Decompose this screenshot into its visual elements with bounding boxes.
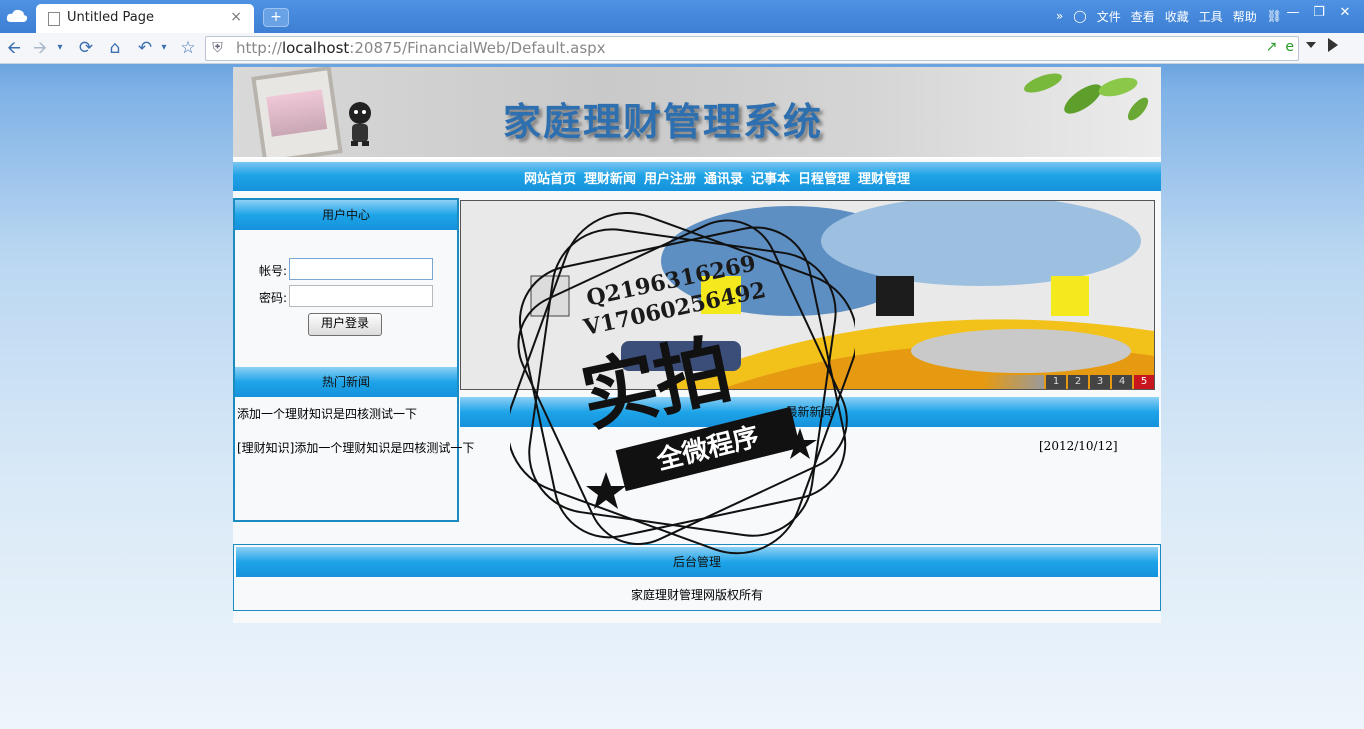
restore-icon[interactable]: ❐ [1306, 3, 1332, 23]
user-center-header: 用户中心 [235, 200, 457, 230]
user-center-panel: 用户中心 帐号: 密码: 用户登录 热门新闻 添加一个理财知识是四核测试一下 [233, 198, 459, 522]
site-title: 家庭理财管理系统 [503, 99, 824, 144]
hot-news-header: 热门新闻 [235, 367, 457, 397]
menu-favorites[interactable]: 收藏 [1165, 8, 1189, 25]
tab-close-icon[interactable]: × [230, 9, 242, 25]
nav-notebook[interactable]: 记事本 [751, 168, 790, 187]
latest-news-header: 最新新闻 [460, 397, 1159, 427]
main-navigation: 网站首页 理财新闻 用户注册 通讯录 记事本 日程管理 理财管理 [233, 162, 1161, 191]
window-controls: — ❐ ✕ [1280, 3, 1358, 23]
slide-page-3[interactable]: 3 [1090, 375, 1110, 389]
new-tab-button[interactable]: + [263, 8, 289, 27]
nav-register[interactable]: 用户注册 [644, 168, 696, 187]
menu-tools[interactable]: 工具 [1199, 8, 1223, 25]
user-icon[interactable]: ◯ [1073, 9, 1086, 23]
home-icon[interactable]: ⌂ [105, 37, 125, 59]
slideshow-pager: 1 2 3 4 5 [984, 375, 1154, 389]
browser-tab-active[interactable]: Untitled Page × [36, 4, 254, 33]
admin-header[interactable]: 后台管理 [236, 547, 1158, 577]
nav-finance-manage[interactable]: 理财管理 [858, 168, 910, 187]
news-slideshow[interactable]: 1 2 3 4 5 [460, 200, 1155, 390]
browser-navbar: 🡨 🡪 ▾ ⟳ ⌂ ↶ ▾ ☆ ⛨ http://localhost:20875… [0, 33, 1364, 64]
account-input[interactable] [289, 258, 433, 280]
browser-menu: » ◯ 文件 查看 收藏 工具 帮助 ⛓ [1056, 7, 1282, 25]
menu-file[interactable]: 文件 [1097, 8, 1121, 25]
latest-news-item[interactable]: [理财知识]添加一个理财知识是四核测试一下 [237, 439, 474, 456]
star-icon[interactable]: ☆ [178, 37, 198, 59]
back-arrow-icon[interactable]: 🡨 [4, 37, 24, 59]
menu-help[interactable]: 帮助 [1233, 8, 1257, 25]
login-button[interactable]: 用户登录 [308, 313, 382, 336]
minimize-icon[interactable]: — [1280, 3, 1306, 23]
banner-photo-frame-icon [251, 67, 343, 159]
admin-panel: 后台管理 家庭理财管理网版权所有 [233, 544, 1161, 611]
menu-more-icon[interactable]: » [1056, 9, 1063, 23]
hot-news-item[interactable]: 添加一个理财知识是四核测试一下 [237, 405, 417, 422]
account-label: 帐号: [259, 264, 288, 278]
history-dropdown-icon[interactable]: ▾ [54, 37, 66, 59]
tab-title: Untitled Page [67, 10, 155, 25]
address-bar[interactable]: ⛨ http://localhost:20875/FinancialWeb/De… [205, 36, 1299, 61]
url-text[interactable]: http://localhost:20875/FinancialWeb/Defa… [236, 39, 606, 57]
refresh-icon[interactable]: ⟳ [76, 37, 96, 59]
menu-view[interactable]: 查看 [1131, 8, 1155, 25]
page-icon [48, 12, 60, 26]
slide-page-4[interactable]: 4 [1112, 375, 1132, 389]
address-actions: ↗ e [1266, 39, 1294, 55]
go-icon[interactable] [1328, 38, 1338, 52]
compat-mode-icon[interactable]: e [1285, 39, 1294, 55]
share-icon[interactable]: ↗ [1266, 39, 1278, 55]
security-shield-icon: ⛨ [212, 40, 223, 56]
forward-arrow-icon[interactable]: 🡪 [30, 37, 50, 59]
address-dropdown-icon[interactable] [1306, 42, 1316, 48]
nav-schedule[interactable]: 日程管理 [798, 168, 850, 187]
nav-home[interactable]: 网站首页 [524, 168, 576, 187]
undo-icon[interactable]: ↶ [135, 37, 155, 59]
slide-page-5[interactable]: 5 [1134, 375, 1154, 389]
nav-contacts[interactable]: 通讯录 [704, 168, 743, 187]
leaves-decoration-icon [1024, 73, 1149, 121]
site-banner: 家庭理财管理系统 [233, 67, 1161, 159]
slide-page-2[interactable]: 2 [1068, 375, 1088, 389]
slideshow-image [461, 201, 1154, 389]
banner-figure-icon [349, 102, 371, 146]
password-label: 密码: [259, 291, 288, 305]
undo-dropdown-icon[interactable]: ▾ [158, 37, 170, 59]
slide-page-1[interactable]: 1 [1046, 375, 1066, 389]
window-close-icon[interactable]: ✕ [1332, 3, 1358, 23]
browser-titlebar: Untitled Page × + » ◯ 文件 查看 收藏 工具 帮助 ⛓ —… [0, 0, 1364, 33]
password-input[interactable] [289, 285, 433, 307]
latest-news-date: [2012/10/12] [1039, 439, 1118, 453]
browser-logo-icon[interactable] [6, 8, 28, 23]
copyright-text: 家庭理财管理网版权所有 [630, 588, 763, 602]
nav-finance-news[interactable]: 理财新闻 [584, 168, 636, 187]
